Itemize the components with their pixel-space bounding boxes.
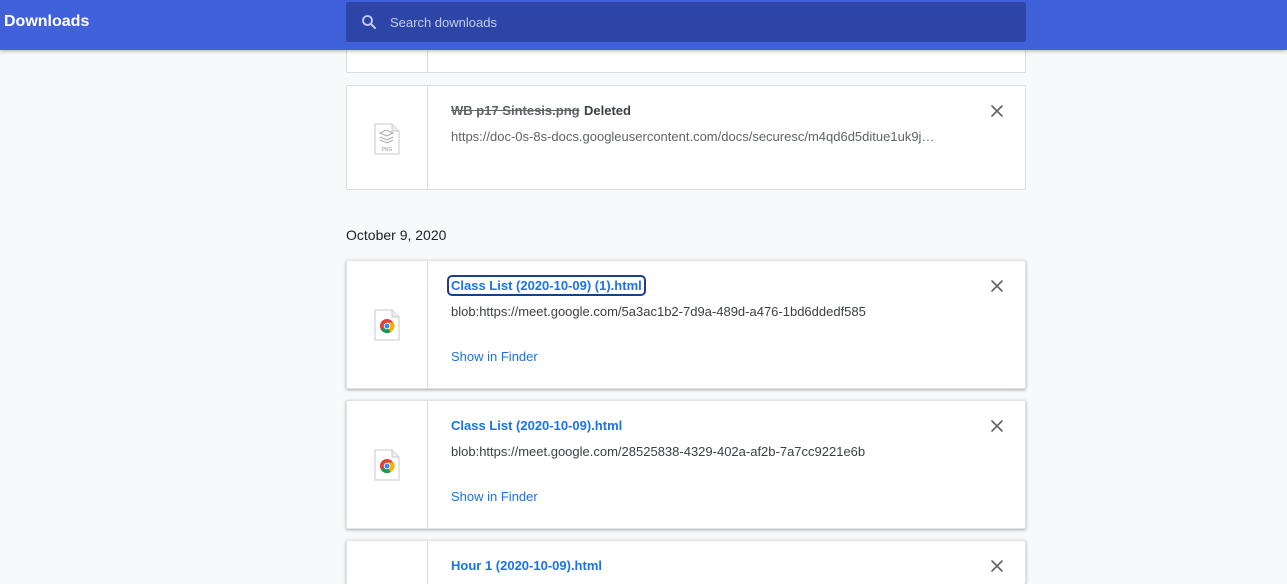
png-file-icon: PNG (374, 123, 400, 155)
file-icon-area (347, 261, 428, 388)
search-box[interactable] (346, 2, 1026, 42)
show-in-finder-link[interactable]: Show in Finder (451, 349, 538, 364)
download-card: Hour 1 (2020-10-09).html (346, 540, 1026, 584)
chrome-file-icon (374, 449, 400, 481)
svg-text:PNG: PNG (382, 147, 393, 153)
file-name: WB p17 Sintesis.png (451, 103, 580, 118)
search-icon[interactable] (360, 13, 378, 31)
file-name-link[interactable]: Hour 1 (2020-10-09).html (451, 558, 602, 573)
file-name-link[interactable]: Class List (2020-10-09).html (451, 418, 622, 433)
file-url: blob:https://meet.google.com/28525838-43… (451, 444, 866, 459)
close-icon[interactable] (990, 279, 1004, 293)
close-icon[interactable] (990, 104, 1004, 118)
show-in-finder-link[interactable]: Show in Finder (451, 489, 538, 504)
file-url: https://doc-0s-8s-docs.googleusercontent… (451, 129, 935, 144)
file-icon-area: PNG (347, 86, 428, 189)
download-card: PNG WB p17 Sintesis.png Deleted https://… (346, 85, 1026, 190)
page-title: Downloads (4, 13, 90, 30)
file-name-link[interactable]: Class List (2020-10-09) (1).html (447, 275, 646, 296)
close-icon[interactable] (990, 559, 1004, 573)
status-label: Deleted (584, 103, 631, 118)
download-card: Class List (2020-10-09).html blob:https:… (346, 400, 1026, 529)
close-icon[interactable] (990, 419, 1004, 433)
chrome-file-icon (374, 309, 400, 341)
file-icon-area (347, 401, 428, 528)
search-input[interactable] (390, 2, 1010, 42)
date-header: October 9, 2020 (346, 227, 447, 243)
downloads-toolbar: Downloads (0, 0, 1287, 50)
download-card: Class List (2020-10-09) (1).html blob:ht… (346, 260, 1026, 389)
file-url: blob:https://meet.google.com/5a3ac1b2-7d… (451, 304, 866, 319)
file-icon-area (347, 541, 428, 584)
